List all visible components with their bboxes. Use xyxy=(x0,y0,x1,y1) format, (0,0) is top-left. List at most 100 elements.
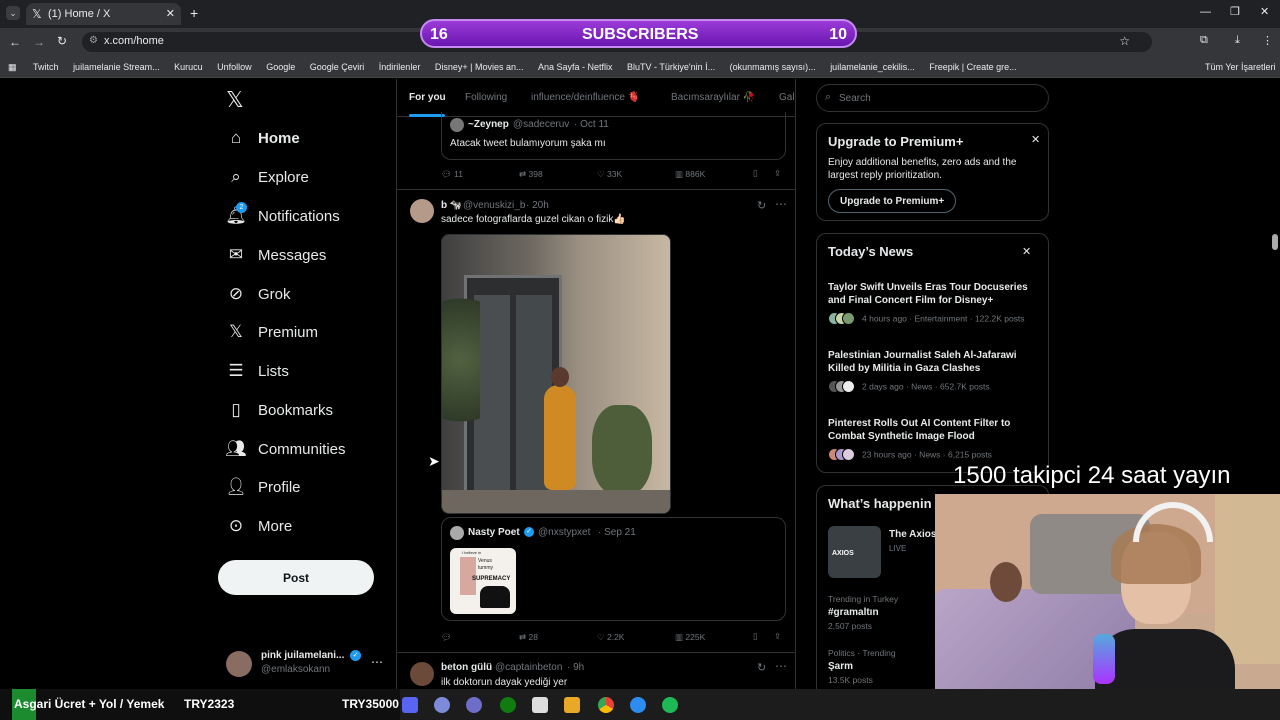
bookmark-item[interactable]: Freepik | Create gre... xyxy=(929,56,1016,72)
nav-explore[interactable]: ⌕ Explore xyxy=(226,161,309,193)
app-icon[interactable] xyxy=(630,697,646,713)
webcam-feed xyxy=(935,494,1280,720)
post-time[interactable]: · 9h xyxy=(567,662,584,673)
post-author-name[interactable]: b 🐄 xyxy=(441,200,462,211)
site-info-icon[interactable]: ⚙ xyxy=(89,35,98,46)
live-thumbnail[interactable]: AXIOS xyxy=(828,526,881,578)
app-icon[interactable] xyxy=(466,697,482,713)
tab-list-gala[interactable]: Gala xyxy=(779,92,795,103)
nav-notifications[interactable]: 🔔︎ 2 Notifications xyxy=(225,200,340,232)
like-button[interactable]: ♡ 33K xyxy=(597,169,622,180)
tab-search-icon[interactable]: ⌄ xyxy=(6,6,20,20)
back-icon[interactable]: ← xyxy=(9,35,21,49)
tab-following[interactable]: Following xyxy=(465,92,507,103)
nav-bookmarks[interactable]: ▯ Bookmarks xyxy=(226,394,333,426)
post-image[interactable] xyxy=(441,234,671,514)
nav-lists[interactable]: ☰ Lists xyxy=(226,355,288,387)
tab-list-bacimsaraylilar[interactable]: Bacımsaraylılar 🥀 xyxy=(671,92,755,103)
bookmark-icon[interactable]: ▯ xyxy=(753,168,758,179)
tab-for-you[interactable]: For you xyxy=(409,92,446,103)
bookmark-item[interactable]: BluTV - Türkiye'nin İ... xyxy=(627,56,715,72)
meme-image[interactable]: I believe in Venus tummy SUPREMACY xyxy=(450,548,516,614)
nav-profile[interactable]: 👤︎ Profile xyxy=(225,471,300,503)
xbox-icon[interactable] xyxy=(500,697,516,713)
post-author-name[interactable]: beton gülü xyxy=(441,662,492,673)
repost-button[interactable]: ⇄ 28 xyxy=(519,632,538,643)
scrollbar[interactable] xyxy=(1272,234,1278,250)
bookmark-item[interactable]: Twitch xyxy=(33,56,59,72)
bookmark-item[interactable]: (okunmamış sayısı)... xyxy=(730,56,816,72)
like-button[interactable]: ♡ 2.2K xyxy=(597,632,624,643)
restore-icon[interactable]: ❐ xyxy=(1230,5,1240,18)
views-button[interactable]: ▥ 886K xyxy=(675,169,705,180)
nav-home[interactable]: ⌂ Home xyxy=(226,122,300,154)
x-logo-icon[interactable]: 𝕏 xyxy=(226,87,244,113)
close-tab-icon[interactable]: ✕ xyxy=(166,7,175,20)
trend-item[interactable]: Trending in Turkey #gramaltın 2,507 post… xyxy=(828,594,898,631)
menu-kebab-icon[interactable]: ⋮ xyxy=(1262,34,1273,47)
chrome-icon[interactable] xyxy=(598,697,614,713)
extensions-icon[interactable]: ⧉ xyxy=(1200,34,1208,47)
quoted-tweet[interactable]: Nasty Poet ✓ @nxstypxet · Sep 21 I belie… xyxy=(441,517,786,621)
post-more-icon[interactable]: ⋯ xyxy=(775,659,787,673)
bookmark-item[interactable]: Google xyxy=(266,56,295,72)
avatar[interactable] xyxy=(410,199,434,223)
grok-icon[interactable]: ↻ xyxy=(757,661,766,674)
quoted-tweet[interactable]: ~Zeynep @sadeceruv · Oct 11 Atacak tweet… xyxy=(441,112,786,160)
bookmark-item[interactable]: Google Çeviri xyxy=(310,56,365,72)
browser-tab[interactable]: 𝕏 (1) Home / X ✕ xyxy=(26,3,181,25)
app-icon[interactable] xyxy=(532,697,548,713)
share-icon[interactable]: ⇪ xyxy=(774,631,781,642)
minimize-icon[interactable]: — xyxy=(1200,6,1211,18)
app-icon[interactable] xyxy=(434,697,450,713)
repost-button[interactable]: ⇄ 398 xyxy=(519,169,543,180)
bookmark-item[interactable]: Unfollow xyxy=(217,56,252,72)
new-tab-button[interactable]: + xyxy=(190,5,198,21)
nav-premium[interactable]: 𝕏 Premium xyxy=(226,316,318,348)
tab-list-influence[interactable]: influence/deinfluence 🫀 xyxy=(531,92,640,103)
nav-messages[interactable]: ✉ Messages xyxy=(226,239,327,271)
news-item[interactable]: Pinterest Rolls Out AI Content Filter to… xyxy=(828,417,1043,462)
bookmark-item[interactable]: Ana Sayfa - Netflix xyxy=(538,56,613,72)
post-time[interactable]: · 20h xyxy=(526,200,549,211)
bookmark-item[interactable]: Disney+ | Movies an... xyxy=(435,56,524,72)
upgrade-premium-button[interactable]: Upgrade to Premium+ xyxy=(828,189,957,213)
bookmark-item[interactable]: İndirilenler xyxy=(379,56,421,72)
reload-icon[interactable]: ↻ xyxy=(57,34,67,48)
bookmark-item[interactable]: juilamelanie Stream... xyxy=(73,56,160,72)
post-more-icon[interactable]: ⋯ xyxy=(775,197,787,211)
live-name[interactable]: The Axios xyxy=(889,529,936,540)
nav-grok[interactable]: ⊘ Grok xyxy=(226,278,291,310)
nav-more[interactable]: ⊙ More xyxy=(226,510,292,542)
avatar[interactable] xyxy=(410,662,434,686)
account-switcher[interactable]: pink juilamelani... ✓ @emlaksokann ⋯ xyxy=(226,647,386,681)
share-icon[interactable]: ⇪ xyxy=(774,168,781,179)
forward-icon[interactable]: → xyxy=(33,35,45,49)
news-item[interactable]: Palestinian Journalist Saleh Al-Jafarawi… xyxy=(828,349,1043,394)
news-item[interactable]: Taylor Swift Unveils Eras Tour Docuserie… xyxy=(828,281,1043,326)
bookmark-star-icon[interactable]: ☆ xyxy=(1119,34,1130,48)
spotify-icon[interactable] xyxy=(662,697,678,713)
bookmark-icon[interactable]: ▯ xyxy=(753,631,758,642)
views-button[interactable]: ▥ 225K xyxy=(675,632,705,643)
bookmark-item[interactable]: Kurucu xyxy=(174,56,203,72)
post-author-handle[interactable]: @venuskizi_b xyxy=(463,200,525,211)
reply-button[interactable]: 💬︎ 11 xyxy=(441,169,463,180)
reply-button[interactable]: 💬︎ xyxy=(441,632,452,643)
discord-icon[interactable] xyxy=(402,697,418,713)
post-button[interactable]: Post xyxy=(218,560,374,595)
search-input[interactable]: ⌕ Search xyxy=(816,84,1049,112)
profile-icon[interactable]: ⤓ xyxy=(1235,34,1240,47)
apps-grid-icon[interactable]: ▦ xyxy=(8,56,17,73)
trend-item[interactable]: Politics · Trending Şarm 13.5K posts xyxy=(828,648,896,685)
account-more-icon[interactable]: ⋯ xyxy=(371,655,383,669)
grok-icon[interactable]: ↻ xyxy=(757,199,766,212)
all-bookmarks-link[interactable]: Tüm Yer İşaretleri xyxy=(1205,62,1276,72)
bookmark-item[interactable]: juilamelanie_cekilis... xyxy=(830,56,915,72)
app-icon[interactable] xyxy=(564,697,580,713)
close-icon[interactable]: ✕ xyxy=(1031,133,1040,146)
close-icon[interactable]: ✕ xyxy=(1022,245,1031,258)
nav-communities[interactable]: 👥︎ Communities xyxy=(225,433,345,465)
close-window-icon[interactable]: ✕ xyxy=(1260,5,1269,18)
post-author-handle[interactable]: @captainbeton xyxy=(495,662,562,673)
